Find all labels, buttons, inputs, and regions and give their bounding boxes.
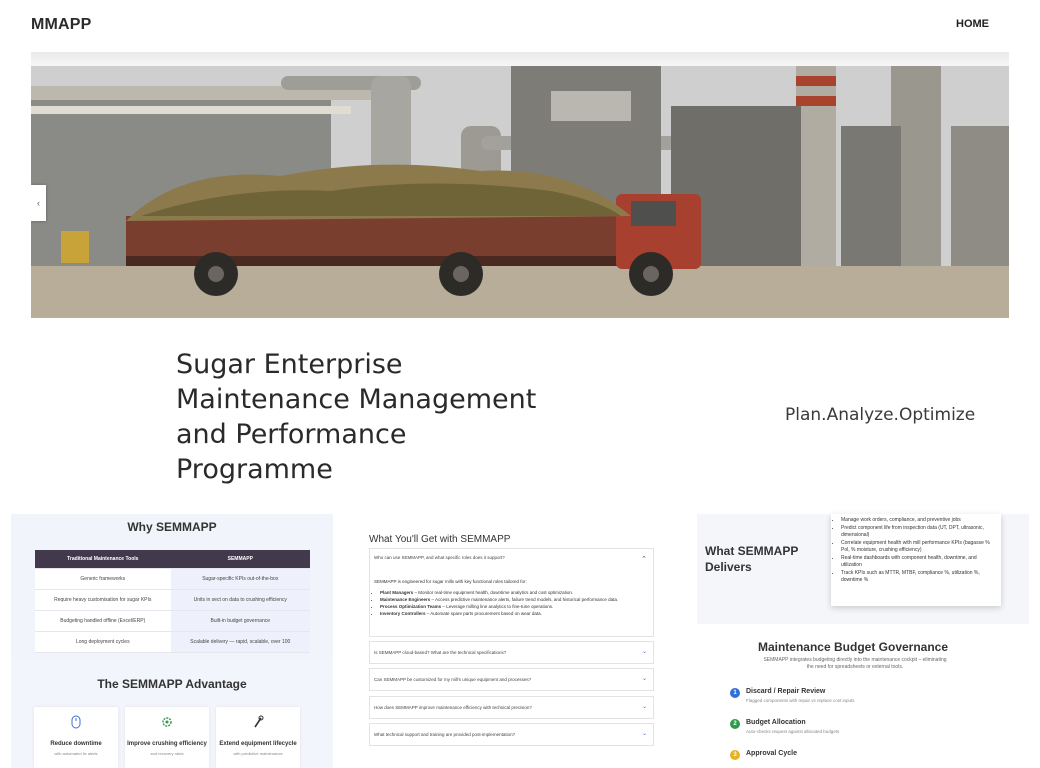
role-desc: – Automate spare parts procurement based…: [425, 611, 542, 616]
list-item: Correlate equipment health with mill per…: [841, 540, 995, 555]
chevron-up-icon[interactable]: ⌃: [641, 555, 647, 563]
faq-question[interactable]: How does SEMMAPP improve maintenance eff…: [374, 705, 532, 710]
step-number: 2: [730, 719, 740, 729]
role-label: Process Optimization Teams: [380, 604, 442, 609]
chevron-left-icon: ‹: [37, 198, 40, 208]
table-header: SEMMAPP: [170, 550, 310, 568]
table-row: Budgeting handled offline (Excel/ERP) Bu…: [35, 610, 310, 631]
delivers-list: Manage work orders, compliance, and prev…: [831, 514, 1001, 585]
advantage-card-title: Improve crushing efficiency: [127, 741, 207, 747]
faq-answer-intro: SEMMAPP is engineered for sugar mills wi…: [374, 579, 527, 584]
nav-home-link[interactable]: HOME: [956, 18, 989, 30]
wrench-icon: [254, 715, 264, 728]
hero-image: [31, 66, 1009, 318]
advantage-heading: The SEMMAPP Advantage: [97, 677, 247, 691]
advantage-section: The SEMMAPP Advantage Reduce downtime wi…: [11, 660, 333, 768]
table-header: Traditional Maintenance Tools: [35, 550, 171, 568]
table-cell: Require heavy customisation for sugar KP…: [35, 589, 171, 610]
step-label: Approval Cycle: [746, 750, 797, 757]
budget-description: SEMMAPP integrates budgeting directly in…: [763, 657, 947, 670]
table-cell: Units in sect on data to crushing effici…: [170, 589, 310, 610]
faq-item[interactable]: What technical support and training are …: [369, 723, 654, 746]
list-item: Predict component life from inspection d…: [841, 525, 995, 540]
list-item: Track KPIs such as MTTR, MTBF, complianc…: [841, 570, 995, 585]
step-number: 1: [730, 688, 740, 698]
table-cell: Built-in budget governance: [170, 610, 310, 631]
list-item: Real-time dashboards with component heal…: [841, 555, 995, 570]
faq-heading: What You'll Get with SEMMAPP: [369, 534, 511, 545]
header-divider: [31, 52, 1009, 66]
hero-prev-button[interactable]: ‹: [31, 185, 46, 221]
site-header: MMAPP HOME: [0, 0, 1040, 50]
step-label: Discard / Repair Review: [746, 688, 826, 695]
tagline: Plan.Analyze.Optimize: [785, 405, 976, 425]
role-label: Inventory Controllers: [380, 611, 426, 616]
title-line: Programme: [176, 454, 333, 485]
faq-item-open[interactable]: Who can use SEMMAPP, and what specific r…: [369, 548, 654, 637]
advantage-card: Improve crushing efficiency and recovery…: [125, 707, 209, 768]
mouse-icon: [71, 715, 81, 729]
title-line: Maintenance Management: [176, 384, 537, 415]
advantage-card-title: Reduce downtime: [50, 741, 102, 747]
list-item: Manage work orders, compliance, and prev…: [841, 517, 995, 525]
why-heading: Why SEMMAPP: [127, 520, 217, 534]
faq-question[interactable]: Who can use SEMMAPP, and what specific r…: [374, 555, 505, 560]
faq-item[interactable]: Is SEMMAPP cloud-based? What are the tec…: [369, 641, 654, 664]
list-item: Process Optimization Teams – Leverage mi…: [380, 603, 618, 610]
page-title: Sugar Enterprise Maintenance Management …: [176, 347, 596, 487]
step-number: 3: [730, 750, 740, 760]
advantage-card: Reduce downtime with automated fix alert…: [34, 707, 118, 768]
faq-item[interactable]: How does SEMMAPP improve maintenance eff…: [369, 696, 654, 719]
step-label: Budget Allocation: [746, 719, 806, 726]
role-desc: – Monitor real-time equipment health, do…: [413, 590, 574, 595]
logo[interactable]: MMAPP: [31, 16, 92, 34]
advantage-card-sub: and recovery rates: [150, 751, 184, 756]
delivers-section: What SEMMAPP Delivers Manage work orders…: [697, 514, 1029, 624]
table-row: Require heavy customisation for sugar KP…: [35, 589, 310, 610]
faq-question[interactable]: What technical support and training are …: [374, 732, 515, 737]
faq-question[interactable]: Is SEMMAPP cloud-based? What are the tec…: [374, 650, 506, 655]
gear-icon: [162, 717, 172, 727]
table-row: Long deployment cycles Scalable delivery…: [35, 631, 310, 652]
advantage-card-sub: with predictive maintenance: [233, 751, 283, 756]
budget-heading: Maintenance Budget Governance: [757, 640, 949, 654]
table-cell: Long deployment cycles: [35, 631, 171, 652]
comparison-table: Traditional Maintenance Tools SEMMAPP Ge…: [35, 550, 310, 653]
advantage-card-title: Extend equipment lifecycle: [219, 741, 297, 747]
delivers-heading: What SEMMAPP Delivers: [705, 544, 799, 574]
chevron-down-icon[interactable]: ⌄: [642, 730, 647, 737]
faq-question[interactable]: Can SEMMAPP be customized for my mill's …: [374, 677, 531, 682]
chevron-down-icon[interactable]: ⌄: [642, 703, 647, 710]
hero-banner: ‹: [31, 66, 1009, 318]
chevron-down-icon[interactable]: ⌄: [642, 648, 647, 655]
faq-item[interactable]: Can SEMMAPP be customized for my mill's …: [369, 668, 654, 691]
title-line: and Performance: [176, 419, 407, 450]
delivers-list-card: Manage work orders, compliance, and prev…: [831, 514, 1001, 606]
table-cell: Scalable delivery — rapid, scalable, ove…: [170, 631, 310, 652]
role-desc: – Access predictive maintenance alerts, …: [430, 597, 619, 602]
role-desc: – Leverage milling line analytics to fin…: [441, 604, 554, 609]
step-sub: Auto-checks request against allocated bu…: [746, 729, 840, 734]
title-line: Sugar Enterprise: [176, 349, 403, 380]
step-sub: Flagged components with repair vs replac…: [746, 698, 855, 703]
list-item: Inventory Controllers – Automate spare p…: [380, 610, 618, 617]
list-item: Plant Managers – Monitor real-time equip…: [380, 589, 618, 596]
list-item: Maintenance Engineers – Access predictiv…: [380, 596, 618, 603]
advantage-card-sub: with automated fix alerts: [54, 751, 98, 756]
why-semmapp-section: Why SEMMAPP Traditional Maintenance Tool…: [11, 514, 333, 660]
table-cell: Sugar-specific KPIs out-of-the-box: [170, 568, 310, 589]
chevron-down-icon[interactable]: ⌄: [642, 675, 647, 682]
table-row: Generic frameworks Sugar-specific KPIs o…: [35, 568, 310, 589]
faq-answer-list: Plant Managers – Monitor real-time equip…: [380, 589, 618, 617]
advantage-card: Extend equipment lifecycle with predicti…: [216, 707, 300, 768]
role-label: Plant Managers: [380, 590, 414, 595]
role-label: Maintenance Engineers: [380, 597, 431, 602]
table-cell: Budgeting handled offline (Excel/ERP): [35, 610, 171, 631]
table-cell: Generic frameworks: [35, 568, 171, 589]
